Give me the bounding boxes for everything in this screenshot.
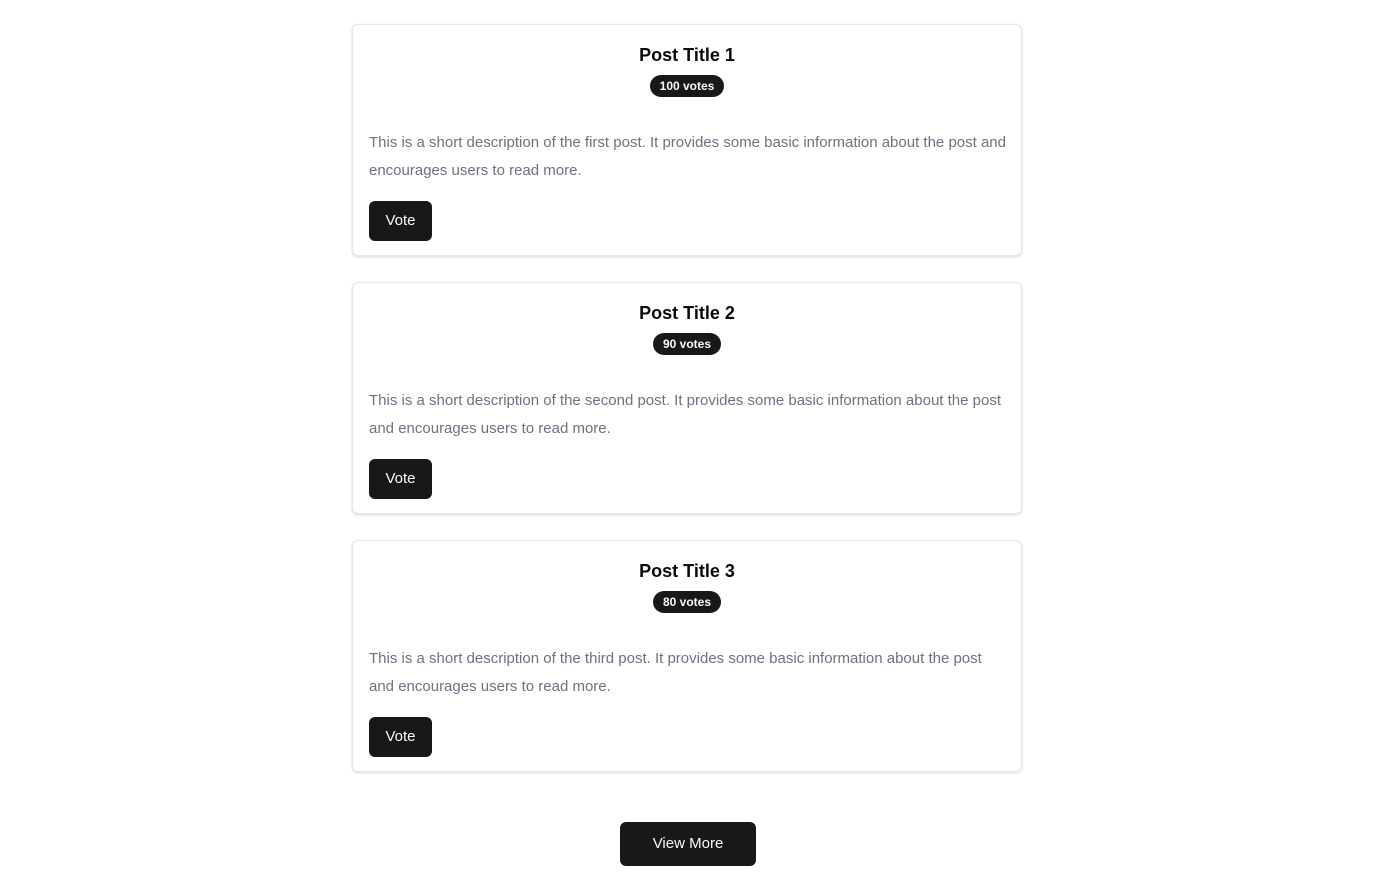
post-title: Post Title 3	[639, 561, 735, 581]
vote-button[interactable]: Vote	[369, 201, 432, 241]
post-feed: Post Title 1 100 votes This is a short d…	[0, 0, 1376, 890]
post-card: Post Title 1 100 votes This is a short d…	[352, 24, 1022, 256]
view-more-button[interactable]: View More	[620, 822, 756, 866]
post-card: Post Title 2 90 votes This is a short de…	[352, 282, 1022, 514]
vote-count-row: 90 votes	[353, 333, 1021, 355]
post-description: This is a short description of the third…	[369, 650, 982, 695]
vote-button[interactable]: Vote	[369, 459, 432, 499]
post-card: Post Title 3 80 votes This is a short de…	[352, 540, 1022, 772]
vote-count-row: 80 votes	[353, 591, 1021, 613]
post-description: This is a short description of the secon…	[369, 392, 1001, 437]
post-title: Post Title 2	[639, 303, 735, 323]
post-description: This is a short description of the first…	[369, 134, 1006, 179]
vote-count-badge: 80 votes	[652, 591, 722, 613]
vote-count-row: 100 votes	[353, 75, 1021, 97]
vote-count-badge: 90 votes	[652, 333, 722, 355]
vote-button[interactable]: Vote	[369, 717, 432, 757]
post-title: Post Title 1	[639, 45, 735, 65]
vote-count-badge: 100 votes	[649, 75, 725, 97]
